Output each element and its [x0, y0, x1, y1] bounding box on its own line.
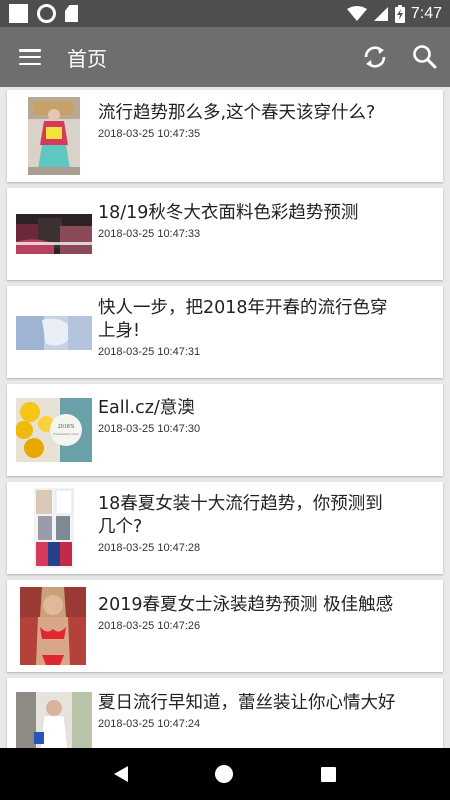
list-item[interactable]: 18/19秋冬大衣面料色彩趋势预测 2018-03-25 10:47:33 [7, 188, 443, 280]
article-thumbnail [16, 316, 92, 350]
list-item[interactable]: 快人一步，把2018年开春的流行色穿上身! 2018-03-25 10:47:3… [7, 286, 443, 378]
refresh-icon [364, 46, 386, 68]
article-title: Eall.cz/意澳 [98, 398, 195, 418]
list-item[interactable]: 夏日流行早知道，蕾丝装让你心情大好 2018-03-25 10:47:24 [7, 678, 443, 748]
article-title: 2019春夏女士泳装趋势预测 极佳触感 [98, 595, 394, 615]
app-bar: 首页 [0, 27, 450, 87]
article-timestamp: 2018-03-25 10:47:26 [98, 620, 201, 632]
signal-icon [373, 6, 388, 21]
article-title: 18/19秋冬大衣面料色彩趋势预测 [98, 203, 359, 223]
notification-circle-icon [37, 4, 56, 23]
list-item[interactable]: 2018'S Fashionable colors Eall.cz/意澳 201… [7, 384, 443, 476]
status-time: 7:47 [410, 4, 442, 22]
page-title: 首页 [67, 46, 107, 71]
article-list: 流行趋势那么多,这个春天该穿什么? 2018-03-25 10:47:35 18… [0, 87, 450, 748]
svg-text:2018'S: 2018'S [58, 424, 74, 430]
article-title: 18春夏女装十大流行趋势，你预测到几个? [98, 494, 383, 537]
wifi-icon [346, 5, 367, 21]
back-icon[interactable] [113, 766, 128, 782]
status-bar: 7:47 [0, 0, 450, 27]
article-thumbnail [16, 214, 92, 254]
article-timestamp: 2018-03-25 10:47:31 [98, 346, 201, 358]
refresh-button[interactable] [350, 27, 400, 87]
article-timestamp: 2018-03-25 10:47:35 [98, 128, 201, 140]
article-title: 快人一步，把2018年开春的流行色穿上身! [98, 298, 388, 341]
search-icon [413, 45, 437, 69]
article-thumbnail [28, 97, 80, 175]
menu-button[interactable] [0, 27, 60, 87]
list-item[interactable]: 流行趋势那么多,这个春天该穿什么? 2018-03-25 10:47:35 [7, 90, 443, 182]
search-button[interactable] [400, 27, 450, 87]
recent-apps-icon[interactable] [321, 766, 337, 782]
article-thumbnail [34, 488, 74, 568]
system-nav-bar [0, 748, 450, 800]
notification-square-icon [9, 4, 28, 23]
home-icon[interactable] [215, 765, 234, 783]
hamburger-menu-icon [19, 49, 41, 65]
article-timestamp: 2018-03-25 10:47:33 [98, 228, 201, 240]
svg-text:Fashionable colors: Fashionable colors [53, 432, 79, 436]
battery-charging-icon [394, 4, 405, 23]
article-thumbnail [20, 587, 86, 665]
article-timestamp: 2018-03-25 10:47:28 [98, 542, 201, 554]
article-title: 夏日流行早知道，蕾丝装让你心情大好 [98, 693, 396, 713]
article-thumbnail [16, 692, 92, 748]
list-item[interactable]: 2019春夏女士泳装趋势预测 极佳触感 2018-03-25 10:47:26 [7, 580, 443, 672]
sd-card-icon [65, 5, 78, 22]
list-item[interactable]: 18春夏女装十大流行趋势，你预测到几个? 2018-03-25 10:47:28 [7, 482, 443, 574]
article-timestamp: 2018-03-25 10:47:24 [98, 718, 201, 730]
article-title: 流行趋势那么多,这个春天该穿什么? [98, 103, 376, 123]
article-thumbnail: 2018'S Fashionable colors [16, 398, 92, 462]
article-timestamp: 2018-03-25 10:47:30 [98, 423, 201, 435]
